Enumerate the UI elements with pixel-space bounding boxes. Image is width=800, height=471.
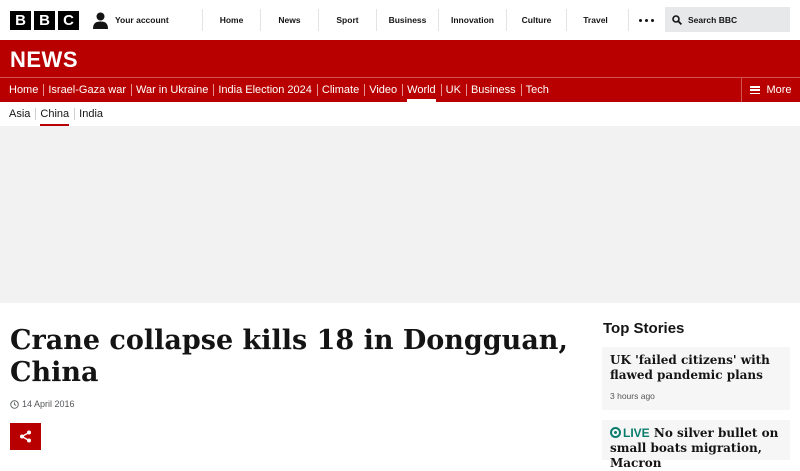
search-button[interactable]: Search BBC xyxy=(665,7,790,32)
section-nav-india-election[interactable]: India Election 2024 xyxy=(213,78,317,102)
logo-block: C xyxy=(58,11,79,30)
account-label: Your account xyxy=(115,15,169,25)
top-story-item[interactable]: LIVE No silver bullet on small boats mig… xyxy=(602,420,790,470)
bbc-logo[interactable]: B B C xyxy=(10,11,79,30)
logo-block: B xyxy=(10,11,31,30)
ad-placeholder xyxy=(0,126,800,303)
top-stories-heading: Top Stories xyxy=(603,320,685,337)
section-nav-home[interactable]: Home xyxy=(4,78,43,102)
section-nav-uk[interactable]: UK xyxy=(440,78,466,102)
global-nav-innovation[interactable]: Innovation xyxy=(438,9,506,31)
sub-nav-india[interactable]: India xyxy=(74,102,108,126)
sub-nav-asia[interactable]: Asia xyxy=(4,102,35,126)
global-nav-home[interactable]: Home xyxy=(202,9,260,31)
sub-nav: Asia China India xyxy=(4,102,108,126)
top-story-item[interactable]: UK 'failed citizens' with flawed pandemi… xyxy=(602,347,790,410)
section-more-button[interactable]: More xyxy=(741,78,800,102)
global-nav-business[interactable]: Business xyxy=(376,9,438,31)
person-icon xyxy=(93,12,108,29)
more-dots-icon[interactable] xyxy=(628,9,664,31)
global-nav: Home News Sport Business Innovation Cult… xyxy=(202,9,624,31)
section-nav-ukraine[interactable]: War in Ukraine xyxy=(130,78,213,102)
top-story-headline-live[interactable]: LIVE No silver bullet on small boats mig… xyxy=(610,426,782,471)
global-nav-news[interactable]: News xyxy=(260,9,318,31)
clock-icon xyxy=(10,399,19,409)
hamburger-icon xyxy=(750,86,761,94)
share-icon xyxy=(20,430,31,443)
section-nav-climate[interactable]: Climate xyxy=(316,78,364,102)
section-nav-tech[interactable]: Tech xyxy=(520,78,554,102)
section-nav-business[interactable]: Business xyxy=(465,78,521,102)
live-icon xyxy=(610,427,621,438)
section-nav-israel-gaza[interactable]: Israel-Gaza war xyxy=(43,78,131,102)
top-story-time: 3 hours ago xyxy=(610,391,655,401)
top-story-headline[interactable]: UK 'failed citizens' with flawed pandemi… xyxy=(610,353,782,383)
news-masthead: NEWS Home Israel-Gaza war War in Ukraine… xyxy=(0,40,800,102)
share-button[interactable] xyxy=(10,423,41,450)
section-nav-world[interactable]: World xyxy=(402,78,441,102)
sub-nav-china[interactable]: China xyxy=(35,102,74,126)
article-date: 14 April 2016 xyxy=(10,399,75,409)
section-nav-video[interactable]: Video xyxy=(364,78,402,102)
global-nav-travel[interactable]: Travel xyxy=(566,9,624,31)
live-label: LIVE xyxy=(623,426,650,440)
section-more-label: More xyxy=(766,84,792,96)
account-link[interactable]: Your account xyxy=(93,10,169,30)
global-nav-sport[interactable]: Sport xyxy=(318,9,376,31)
news-wordmark[interactable]: NEWS xyxy=(10,47,78,73)
section-nav: Home Israel-Gaza war War in Ukraine Indi… xyxy=(4,78,554,102)
dot xyxy=(651,18,654,22)
global-nav-culture[interactable]: Culture xyxy=(506,9,566,31)
live-badge: LIVE xyxy=(610,426,650,440)
logo-block: B xyxy=(34,11,55,30)
article-date-text: 14 April 2016 xyxy=(22,399,75,409)
page-title: Crane collapse kills 18 in Dongguan, Chi… xyxy=(10,325,568,388)
search-icon xyxy=(672,14,682,25)
search-label: Search BBC xyxy=(688,14,738,25)
dot xyxy=(639,18,642,22)
global-header: B B C Your account Home News Sport Busin… xyxy=(0,0,800,40)
dot xyxy=(645,18,648,22)
